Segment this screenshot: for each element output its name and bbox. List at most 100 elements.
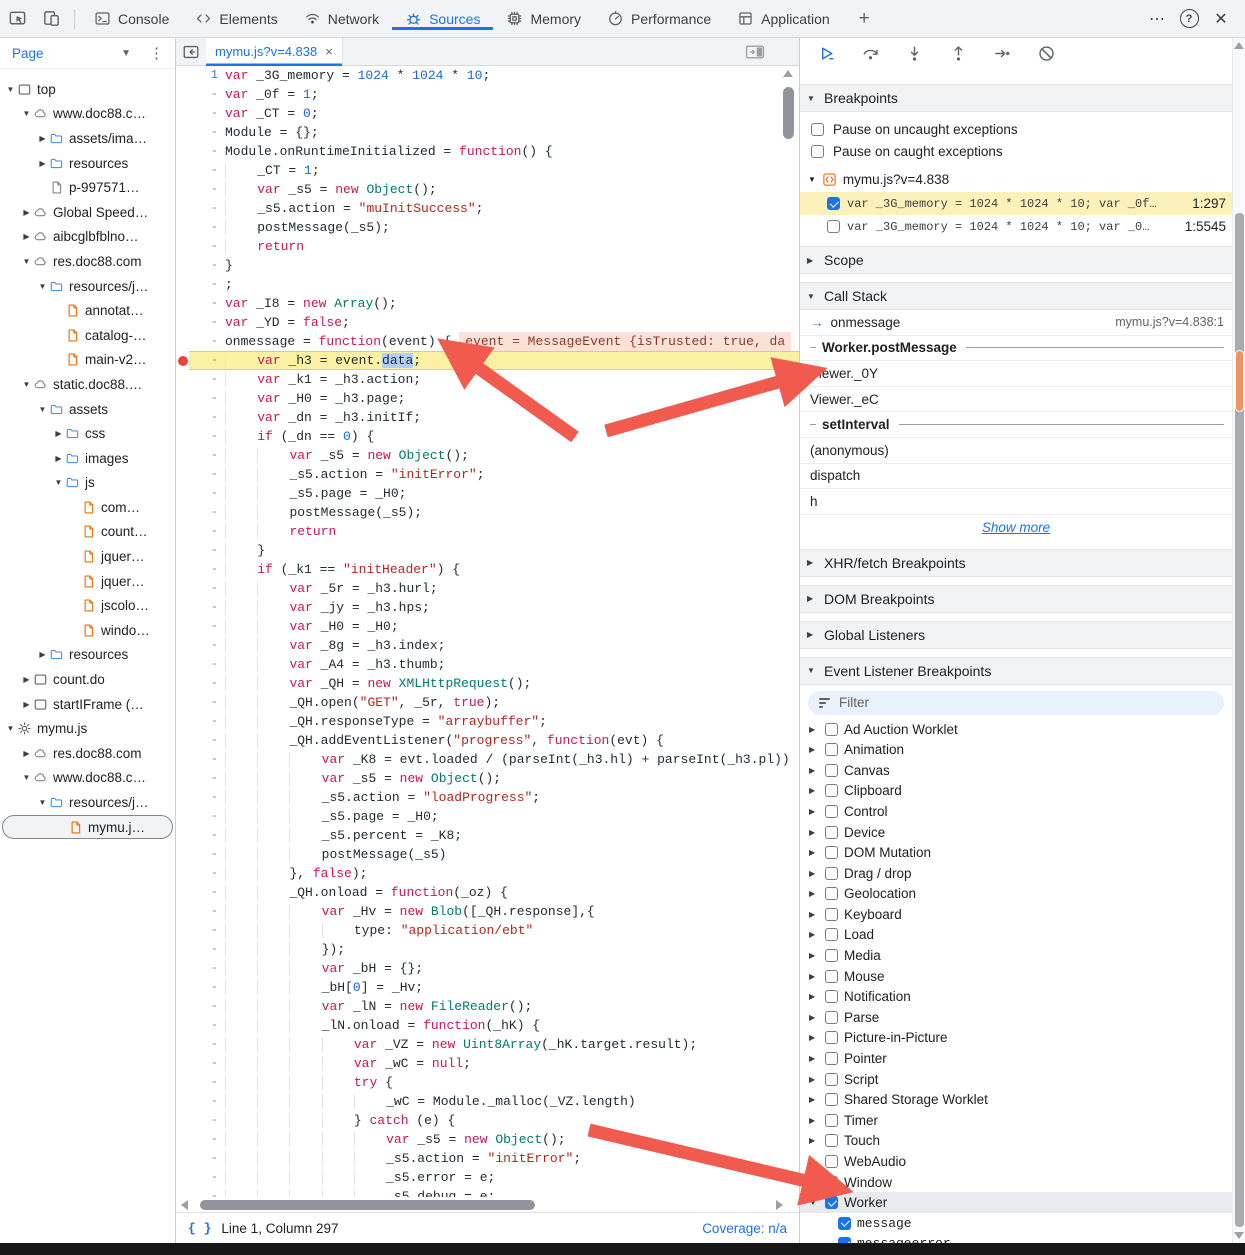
tree-item-resources[interactable]: ▶resources	[0, 151, 175, 176]
code-line[interactable]: - var _lN = new FileReader();	[176, 997, 799, 1016]
code-line[interactable]: - type: "application/ebt"	[176, 921, 799, 940]
triangle-down-icon[interactable]: ▼	[809, 1198, 819, 1207]
breakpoint-margin[interactable]	[176, 921, 189, 940]
line-number-gutter[interactable]: -	[189, 826, 225, 845]
line-number-gutter[interactable]: -	[189, 313, 225, 332]
event-category-drag-drop[interactable]: ▶Drag / drop	[800, 863, 1232, 884]
code-line[interactable]: - }, false);	[176, 864, 799, 883]
tab-memory[interactable]: Memory	[493, 7, 594, 30]
line-number-gutter[interactable]: -	[189, 1111, 225, 1130]
breakpoint-margin[interactable]	[176, 522, 189, 541]
code-text[interactable]: try {	[225, 1073, 799, 1092]
breakpoint-margin[interactable]	[176, 294, 189, 313]
line-number-gutter[interactable]: -	[189, 1016, 225, 1035]
event-category-canvas[interactable]: ▶Canvas	[800, 760, 1232, 781]
checkbox-unchecked[interactable]	[825, 826, 838, 839]
checkbox-unchecked[interactable]	[825, 1052, 838, 1065]
event-category-ad-auction-worklet[interactable]: ▶Ad Auction Worklet	[800, 719, 1232, 740]
step-out-icon[interactable]	[949, 44, 968, 63]
breakpoint-margin[interactable]	[176, 845, 189, 864]
code-line[interactable]: 1var _3G_memory = 1024 * 1024 * 10;	[176, 66, 799, 85]
navigator-tab-page[interactable]: Page	[12, 46, 44, 61]
triangle-right-icon[interactable]: ▶	[52, 429, 65, 438]
tree-item-res-doc88-com[interactable]: ▶res.doc88.com	[0, 741, 175, 766]
checkbox-unchecked[interactable]	[825, 743, 838, 756]
line-number-gutter[interactable]: -	[189, 351, 225, 370]
triangle-right-icon[interactable]: ▶	[809, 725, 819, 734]
code-text[interactable]: var _I8 = new Array();	[225, 294, 799, 313]
code-text[interactable]: _s5.error = e;	[225, 1168, 799, 1187]
line-number-gutter[interactable]: -	[189, 446, 225, 465]
triangle-right-icon[interactable]: ▶	[809, 786, 819, 795]
code-text[interactable]: Module = {};	[225, 123, 799, 142]
triangle-down-icon[interactable]: ▼	[4, 85, 17, 94]
line-number-gutter[interactable]: -	[189, 1035, 225, 1054]
code-line[interactable]: - _QH.addEventListener("progress", funct…	[176, 731, 799, 750]
checkbox-unchecked[interactable]	[825, 1093, 838, 1106]
code-text[interactable]: var _h3 = event.data;	[225, 351, 799, 370]
code-line[interactable]: - if (_dn == 0) {	[176, 427, 799, 446]
triangle-right-icon[interactable]: ▶	[20, 208, 33, 217]
code-line[interactable]: - var _wC = null;	[176, 1054, 799, 1073]
code-text[interactable]: _QH.responseType = "arraybuffer";	[225, 712, 799, 731]
code-editor[interactable]: 1var _3G_memory = 1024 * 1024 * 10;-var …	[176, 66, 799, 1197]
line-number-gutter[interactable]: -	[189, 902, 225, 921]
code-line[interactable]: - var _s5 = new Object();	[176, 1130, 799, 1149]
code-line[interactable]: - _bH[0] = _Hv;	[176, 978, 799, 997]
breakpoint-margin[interactable]	[176, 750, 189, 769]
tree-item-mymu-js[interactable]: ▼mymu.js	[0, 716, 175, 741]
event-category-geolocation[interactable]: ▶Geolocation	[800, 884, 1232, 905]
code-line[interactable]: - var _s5 = new Object();	[176, 769, 799, 788]
event-category-keyboard[interactable]: ▶Keyboard	[800, 904, 1232, 925]
code-line[interactable]: - var _A4 = _h3.thumb;	[176, 655, 799, 674]
breakpoint-margin[interactable]	[176, 1111, 189, 1130]
breakpoint-margin[interactable]	[176, 1130, 189, 1149]
code-text[interactable]: var _QH = new XMLHttpRequest();	[225, 674, 799, 693]
file-tab-mymu-js[interactable]: mymu.js?v=4.838 ×	[206, 38, 343, 66]
breakpoint-margin[interactable]	[176, 408, 189, 427]
breakpoint-margin[interactable]	[176, 883, 189, 902]
code-line[interactable]: - var _QH = new XMLHttpRequest();	[176, 674, 799, 693]
breakpoint-margin[interactable]	[176, 655, 189, 674]
line-number-gutter[interactable]: -	[189, 959, 225, 978]
deactivate-breakpoints-icon[interactable]	[1037, 44, 1056, 63]
breakpoint-margin[interactable]	[176, 1054, 189, 1073]
triangle-right-icon[interactable]: ▶	[809, 1136, 819, 1145]
code-text[interactable]: var _3G_memory = 1024 * 1024 * 10;	[225, 66, 799, 85]
checkbox-unchecked[interactable]	[825, 1031, 838, 1044]
triangle-right-icon[interactable]: ▶	[809, 1013, 819, 1022]
triangle-right-icon[interactable]: ▶	[809, 1178, 819, 1187]
line-number-gutter[interactable]: -	[189, 1187, 225, 1197]
checkbox-unchecked[interactable]	[825, 846, 838, 859]
code-text[interactable]: _QH.addEventListener("progress", functio…	[225, 731, 799, 750]
breakpoint-dot[interactable]	[176, 351, 189, 370]
triangle-right-icon[interactable]: ▶	[36, 650, 49, 659]
event-category-notification[interactable]: ▶Notification	[800, 986, 1232, 1007]
line-number-gutter[interactable]: -	[189, 104, 225, 123]
code-line[interactable]: - return	[176, 237, 799, 256]
breakpoint-margin[interactable]	[176, 1092, 189, 1111]
breakpoint-margin[interactable]	[176, 693, 189, 712]
triangle-down-icon[interactable]: ▼	[20, 380, 33, 389]
line-number-gutter[interactable]: -	[189, 636, 225, 655]
code-text[interactable]: }	[225, 256, 799, 275]
callstack-frame-viewer-0y[interactable]: Viewer._0Y	[800, 361, 1232, 387]
callstack-frame--anonymous-[interactable]: (anonymous)	[800, 438, 1232, 464]
event-listener-breakpoints-header[interactable]: ▼Event Listener Breakpoints	[800, 657, 1232, 685]
callstack-section-header[interactable]: ▼Call Stack	[800, 282, 1232, 310]
line-number-gutter[interactable]: -	[189, 294, 225, 313]
code-text[interactable]: Module.onRuntimeInitialized = function()…	[225, 142, 799, 161]
code-text[interactable]: var _H0 = _H0;	[225, 617, 799, 636]
checkbox-unchecked[interactable]	[825, 805, 838, 818]
triangle-right-icon[interactable]: ▶	[52, 454, 65, 463]
code-text[interactable]: var _lN = new FileReader();	[225, 997, 799, 1016]
breakpoint-margin[interactable]	[176, 503, 189, 522]
breakpoint-margin[interactable]	[176, 864, 189, 883]
line-number-gutter[interactable]: -	[189, 655, 225, 674]
checkbox-unchecked[interactable]	[825, 887, 838, 900]
code-text[interactable]: var _8g = _h3.index;	[225, 636, 799, 655]
tree-item-startiframe-[interactable]: ▶startIFrame (…	[0, 692, 175, 717]
breakpoint-margin[interactable]	[176, 1035, 189, 1054]
breakpoint-margin[interactable]	[176, 1073, 189, 1092]
code-text[interactable]: _s5.action = "muInitSuccess";	[225, 199, 799, 218]
